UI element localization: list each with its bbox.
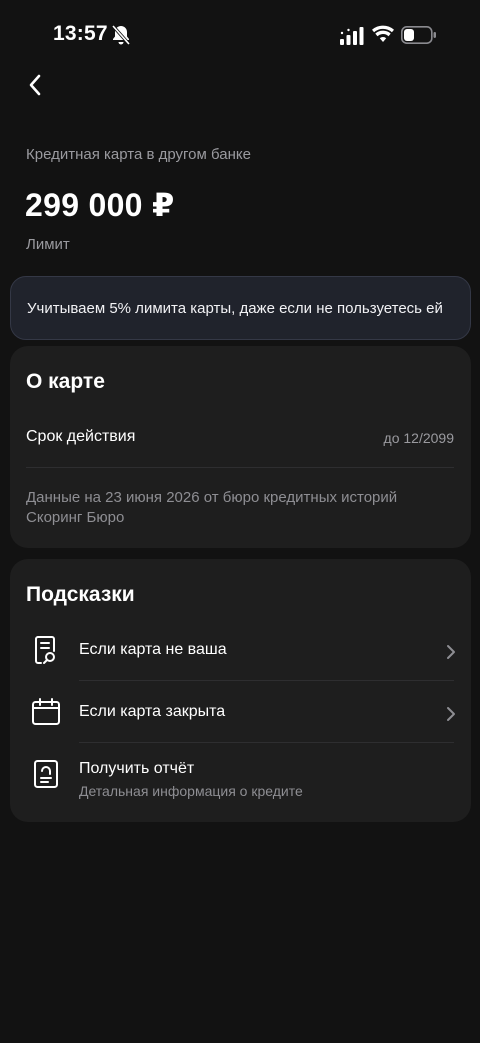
info-banner-text: Учитываем 5% лимита карты, даже если не …	[27, 299, 443, 317]
validity-row: Срок действия до 12/2099	[26, 428, 454, 452]
chevron-right-icon	[447, 645, 455, 659]
credit-limit-label: Лимит	[26, 236, 70, 253]
battery-icon	[401, 26, 436, 44]
tip-label: Если карта закрыта	[79, 703, 226, 720]
calendar-icon	[32, 698, 60, 725]
document-search-icon	[35, 636, 55, 664]
screen: 13:57 Кредитная карта в другом банке 299…	[0, 0, 480, 1043]
status-bar: 13:57	[0, 0, 480, 70]
divider	[26, 467, 454, 468]
validity-label: Срок действия	[26, 428, 136, 445]
credit-limit-amount: 299 000 ₽	[25, 187, 175, 223]
card-subtitle: Кредитная карта в другом банке	[26, 146, 251, 163]
divider	[79, 742, 454, 743]
signal-icon	[340, 27, 364, 45]
divider	[79, 680, 454, 681]
tip-label: Получить отчёт	[79, 760, 195, 777]
chevron-left-icon	[29, 74, 41, 96]
about-card: О карте Срок действия до 12/2099 Данные …	[10, 346, 471, 548]
back-button[interactable]	[18, 68, 52, 102]
wifi-icon	[372, 25, 394, 42]
info-banner: Учитываем 5% лимита карты, даже если не …	[10, 276, 471, 340]
status-time: 13:57	[53, 22, 108, 45]
tip-sublabel: Детальная информация о кредите	[79, 783, 303, 799]
about-card-title: О карте	[26, 370, 105, 393]
tip-label: Если карта не ваша	[79, 641, 227, 658]
report-icon	[34, 760, 58, 788]
tip-get-report[interactable]: Получить отчёт Детальная информация о кр…	[10, 746, 471, 810]
chevron-right-icon	[447, 707, 455, 721]
tips-card-title: Подсказки	[26, 583, 135, 606]
bell-slash-icon	[111, 24, 131, 46]
tips-card: Подсказки Если карта не ваша Если карта …	[10, 559, 471, 822]
validity-value: до 12/2099	[383, 430, 454, 446]
tip-not-your-card[interactable]: Если карта не ваша	[10, 622, 471, 678]
tip-card-closed[interactable]: Если карта закрыта	[10, 684, 471, 740]
data-source-note: Данные на 23 июня 2026 от бюро кредитных…	[26, 489, 398, 526]
